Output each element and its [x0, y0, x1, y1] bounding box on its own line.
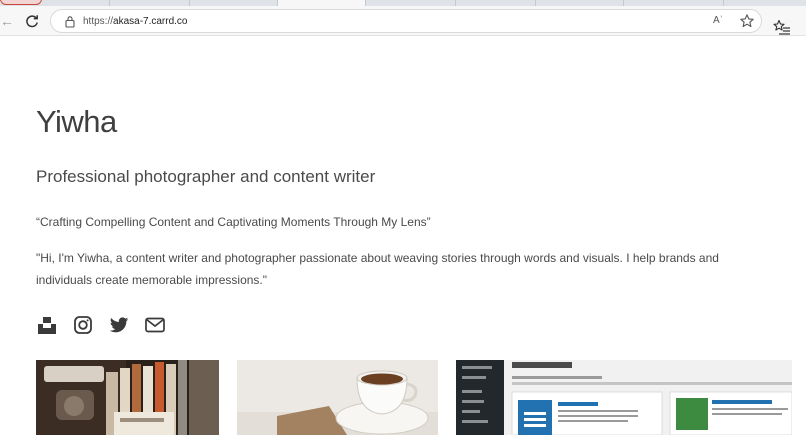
bio-text: "Hi, I'm Yiwha, a content writer and pho… — [36, 251, 719, 287]
back-arrow-icon[interactable]: ← — [0, 13, 14, 29]
url-text[interactable]: https://akasa-7.carrd.co — [83, 15, 188, 28]
star-icon[interactable] — [739, 13, 755, 29]
unsplash-icon[interactable] — [36, 314, 58, 336]
twitter-icon[interactable] — [108, 314, 130, 336]
gallery-photo-books[interactable] — [36, 360, 219, 435]
url-scheme: https:// — [83, 16, 114, 27]
site-name: Yiwha — [36, 104, 117, 139]
quote: “Crafting Compelling Content and Captiva… — [36, 215, 431, 229]
email-icon[interactable] — [144, 314, 166, 336]
tagline: Professional photographer and content wr… — [36, 167, 376, 186]
browser-toolbar: ← https://akasa-7.carrd.co Aʾ — [0, 6, 806, 36]
lock-icon[interactable] — [64, 15, 76, 28]
url-host: akasa-7.carrd.co — [113, 16, 188, 27]
gallery-photo-wordpress[interactable] — [456, 360, 792, 435]
read-aloud-icon[interactable]: Aʾ — [713, 14, 723, 28]
tab-group-indicator[interactable] — [0, 0, 42, 5]
favorites-icon[interactable] — [773, 19, 791, 35]
reload-icon[interactable] — [24, 13, 40, 29]
instagram-icon[interactable] — [72, 314, 94, 336]
address-bar[interactable]: https://akasa-7.carrd.co Aʾ — [50, 9, 762, 33]
gallery-photo-coffee[interactable] — [237, 360, 438, 435]
